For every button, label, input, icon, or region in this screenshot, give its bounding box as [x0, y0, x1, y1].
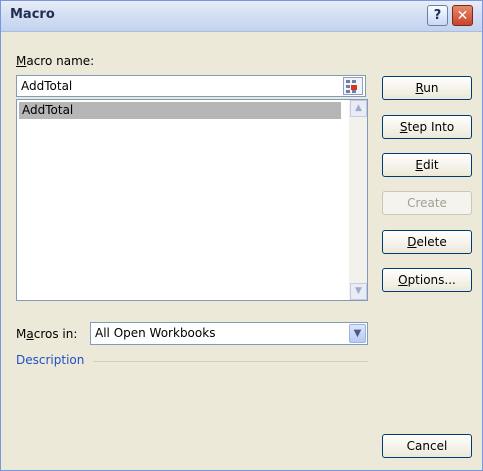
macro-name-input[interactable]: AddTotal [16, 75, 366, 97]
combo-dropdown-button[interactable]: ▼ [349, 324, 366, 343]
macro-list[interactable]: AddTotal ▲ ▼ [16, 99, 368, 301]
delete-button[interactable]: Delete [382, 230, 472, 254]
scroll-down-button[interactable]: ▼ [350, 283, 367, 300]
edit-button[interactable]: Edit [382, 153, 472, 177]
macro-dialog: Macro ? ✕ Macro name: AddTotal AddTotal … [0, 0, 483, 471]
options-button[interactable]: Options... [382, 268, 472, 292]
scroll-up-button[interactable]: ▲ [350, 100, 367, 117]
collapse-dialog-button[interactable] [343, 77, 363, 95]
close-button[interactable]: ✕ [452, 5, 473, 26]
chevron-up-icon: ▲ [355, 103, 362, 113]
create-button[interactable]: Create [382, 191, 472, 215]
help-button[interactable]: ? [427, 5, 448, 26]
title-bar[interactable]: Macro ? ✕ [1, 1, 482, 32]
list-item[interactable]: AddTotal [19, 102, 341, 119]
description-label: Description [16, 353, 85, 367]
dialog-title: Macro [10, 7, 55, 22]
run-button[interactable]: Run [382, 76, 472, 100]
macro-name-value: AddTotal [21, 79, 73, 93]
macros-in-label: Macros in: [16, 327, 78, 341]
macros-in-select[interactable]: All Open Workbooks ▼ [90, 322, 368, 345]
macros-in-value: All Open Workbooks [95, 326, 216, 340]
description-divider [93, 361, 368, 362]
list-scrollbar[interactable]: ▲ ▼ [349, 100, 367, 300]
close-icon: ✕ [456, 8, 469, 24]
macro-name-label: Macro name: [16, 54, 95, 68]
cancel-button[interactable]: Cancel [382, 434, 472, 458]
chevron-down-icon: ▼ [355, 286, 362, 296]
help-icon: ? [433, 8, 442, 23]
step-into-button[interactable]: Step Into [382, 115, 472, 139]
chevron-down-icon: ▼ [353, 328, 362, 339]
